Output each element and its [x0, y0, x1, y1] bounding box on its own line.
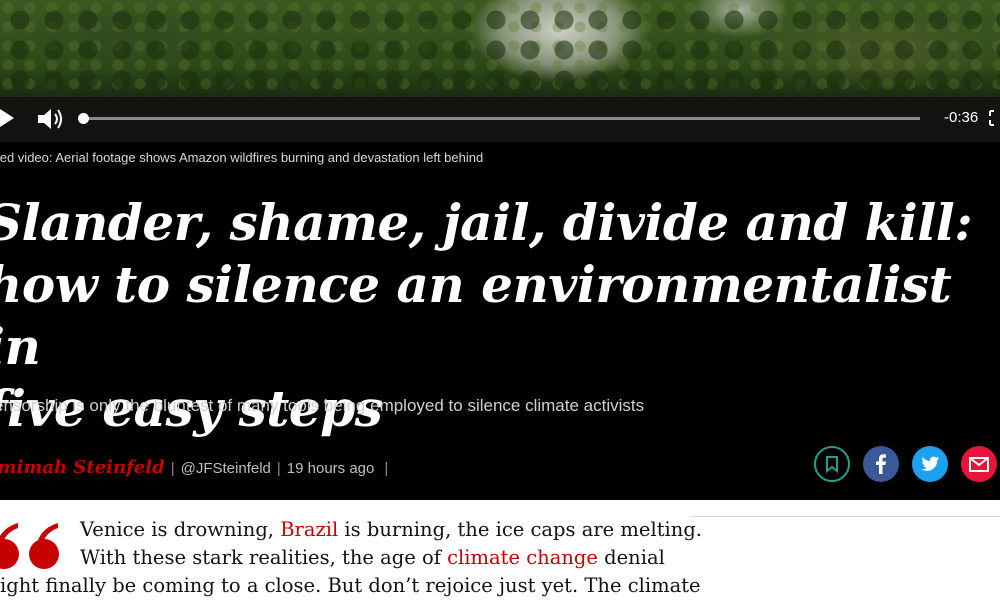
byline: emimah Steinfeld | @JFSteinfeld | 19 hours a…: [0, 457, 394, 478]
body-line: ight finally be coming to a close. But d…: [0, 574, 701, 597]
time-remaining: -0:36: [944, 109, 979, 126]
progress-handle[interactable]: [78, 113, 89, 124]
climate-change-link[interactable]: climate change: [447, 546, 598, 569]
body-text-segment: Venice is drowning,: [80, 518, 281, 541]
facebook-icon: [876, 454, 886, 474]
article-body: Venice is drowning, Brazil is burning, t…: [0, 516, 702, 600]
body-text-segment: is burning, the ice caps are melting.: [338, 518, 703, 541]
twitter-icon: [921, 456, 939, 471]
standfirst: ensorship is only the bluntest of many t…: [0, 396, 645, 415]
video-controls: -0:36: [0, 97, 1000, 142]
article-header: lated video: Aerial footage shows Amazon…: [0, 142, 1000, 500]
video-caption: lated video: Aerial footage shows Amazon…: [0, 150, 484, 165]
publish-time: 19 hours ago: [286, 460, 375, 477]
brazil-link[interactable]: Brazil: [280, 518, 338, 541]
headline-line: Slander, shame, jail, divide and kill:: [0, 193, 973, 252]
video-player[interactable]: -0:36: [0, 0, 1000, 142]
byline-separator: |: [384, 460, 389, 477]
email-icon: [969, 457, 989, 472]
body-text-segment: denial: [597, 546, 665, 569]
author-handle-link[interactable]: @JFSteinfeld: [181, 460, 271, 477]
author-link[interactable]: emimah Steinfeld: [0, 457, 165, 478]
byline-separator: |: [276, 460, 281, 477]
play-icon[interactable]: [0, 109, 14, 127]
body-text-segment: With these stark realities, the age of: [80, 546, 448, 569]
bookmark-icon: [826, 456, 838, 474]
body-line: Venice is drowning, Brazil is burning, t…: [0, 516, 702, 544]
headline-line: how to silence an environmentalist in: [0, 255, 952, 376]
byline-separator: |: [170, 460, 175, 477]
fullscreen-icon[interactable]: [989, 110, 1000, 126]
bookmark-button[interactable]: [814, 446, 850, 482]
facebook-share-button[interactable]: [863, 446, 899, 482]
sidebar-divider: [690, 516, 1000, 517]
email-share-button[interactable]: [961, 446, 997, 482]
body-line: With these stark realities, the age of c…: [0, 544, 680, 572]
video-frame: [0, 0, 1000, 100]
twitter-share-button[interactable]: [912, 446, 948, 482]
volume-icon[interactable]: [36, 106, 64, 132]
progress-bar[interactable]: [82, 117, 920, 120]
